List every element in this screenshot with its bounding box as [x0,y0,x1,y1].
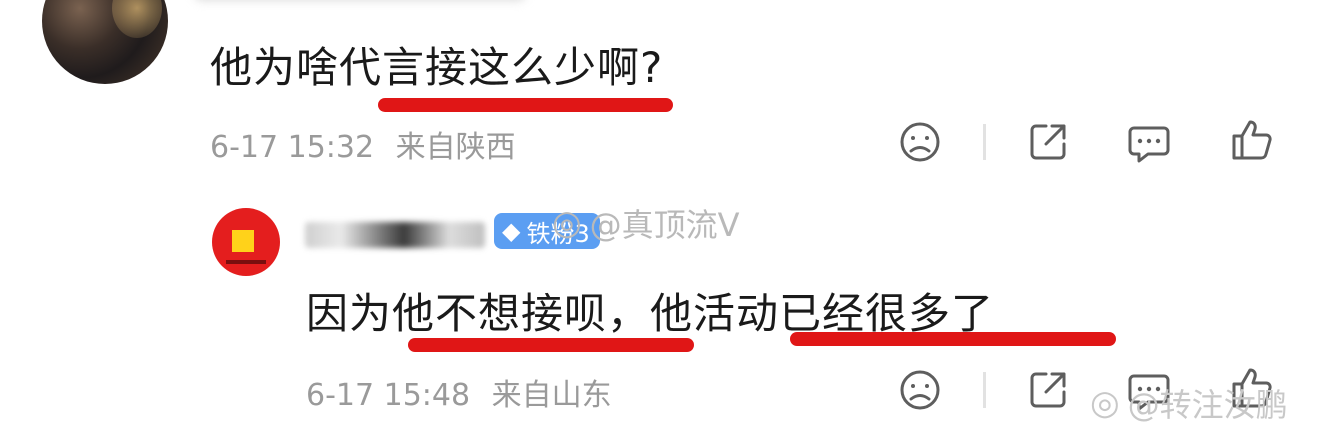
share-icon[interactable] [1026,120,1070,164]
comment-meta: 6-17 15:32 来自陕西 [210,122,516,166]
location: 来自山东 [491,378,612,413]
reply-username-obscured [305,222,485,248]
divider [983,372,986,408]
like-icon[interactable] [1228,116,1276,164]
avatar[interactable] [42,0,168,84]
timestamp: 6-17 15:48 [306,378,471,413]
reply-meta: 6-17 15:48 来自山东 [306,370,612,414]
comment-icon[interactable] [1126,120,1172,166]
diamond-icon: ◆ [502,217,521,245]
weibo-logo-icon: ◎ [552,203,582,243]
watermark-bottom: ◎ @转注汝鹏 [1090,380,1288,426]
weibo-logo-icon: ◎ [1090,383,1120,423]
watermark-text: @真顶流V [589,206,740,244]
sad-face-icon[interactable] [898,120,942,164]
timestamp: 6-17 15:32 [210,130,375,165]
divider [983,124,986,160]
highlight-underline [790,332,1116,346]
comment-text: 他为啥代言接这么少啊? [210,43,664,92]
sad-face-icon[interactable] [898,368,942,412]
watermark-text: @转注汝鹏 [1127,386,1288,424]
location: 来自陕西 [395,130,516,165]
highlight-underline [408,338,694,352]
highlight-underline [378,98,673,112]
share-icon[interactable] [1026,368,1070,412]
watermark-top: ◎ @真顶流V [552,200,740,246]
reply-avatar[interactable] [212,208,280,276]
